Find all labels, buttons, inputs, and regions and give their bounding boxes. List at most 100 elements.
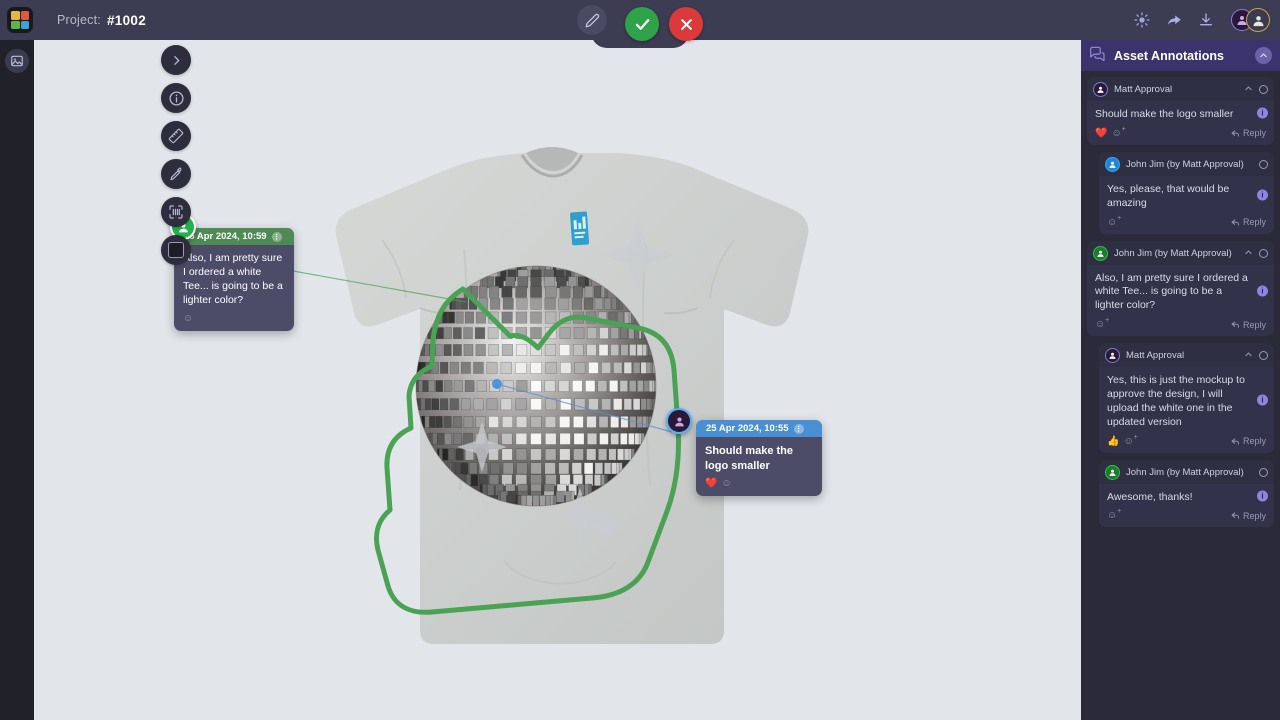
ruler-icon[interactable] [161,121,191,151]
color-swatch [168,242,184,258]
download-icon[interactable] [1197,11,1215,29]
project-id: #1002 [106,12,147,28]
pencil-icon[interactable] [577,5,607,35]
annotation-author: John Jim (by Matt Approval) [1126,466,1244,478]
resolve-toggle[interactable] [1259,248,1268,258]
reaction-heart[interactable]: ❤️ [1095,128,1107,139]
annotation-card-body: Should make the logo smaller i [1087,101,1274,126]
annotation-text: Also, I am pretty sure I ordered a white… [1095,271,1248,312]
add-reaction-icon[interactable]: ☺ + [1095,317,1109,330]
reply-button[interactable]: Reply [1231,511,1266,521]
pin-footer: ❤️ ☺ [696,476,822,496]
reply-label: Reply [1242,510,1266,521]
chevron-up-icon[interactable] [1244,350,1253,361]
avatar-john-jim-green[interactable] [1105,464,1120,480]
app-logo[interactable] [7,7,33,33]
annotation-card-header: John Jim (by Matt Approval) [1087,240,1274,265]
reply-label: Reply [1242,436,1266,447]
top-bar: Project: #1002 [0,0,1280,48]
chevron-up-icon[interactable] [1244,248,1253,259]
panel-title: Asset Annotations [1114,48,1224,63]
reply-button[interactable]: Reply [1231,320,1266,330]
reply-label: Reply [1242,128,1266,139]
chevron-up-icon[interactable] [1244,84,1253,95]
eyedropper-icon[interactable] [161,159,191,189]
add-reaction-icon[interactable]: ☺ [721,478,731,489]
annotation-card-footer: ❤️ ☺ + Reply [1087,126,1274,145]
add-reaction-icon[interactable]: ☺ + [1107,215,1121,228]
app-root: Project: #1002 25 Apr 2024, 10:59 ⋮ Also… [0,0,1280,720]
annotations-panel: Asset Annotations Matt Approval Should ma… [1081,40,1280,720]
avatar-group [1231,8,1270,32]
canvas-pin-blue[interactable]: 25 Apr 2024, 10:55 ⋮ Should make the log… [666,408,822,497]
annotation-text: Yes, this is just the mockup to approve … [1107,374,1245,428]
annotation-card[interactable]: Matt Approval Yes, this is just the mocku… [1099,343,1274,453]
annotation-author: Matt Approval [1114,84,1173,95]
info-badge-icon[interactable]: i [1257,394,1268,406]
resolve-toggle[interactable] [1259,351,1268,361]
approval-action-cluster [577,0,703,48]
pin-body: Should make the logo smaller [696,437,822,476]
pin-avatar-matt-approval[interactable] [666,408,692,434]
annotation-author: John Jim (by Matt Approval) [1114,247,1232,259]
reply-label: Reply [1242,319,1266,330]
avatar-matt-approval[interactable] [1093,82,1108,97]
avatar-matt-approval[interactable] [1105,348,1120,364]
reply-label: Reply [1242,217,1266,228]
info-badge-icon[interactable]: i [1257,189,1268,201]
annotation-text: Yes, please, that would be amazing [1107,182,1230,209]
add-reaction-icon[interactable]: ☺ + [1107,508,1121,521]
share-icon[interactable] [1165,11,1183,29]
info-badge-icon[interactable]: i [1257,285,1268,297]
annotation-text: Awesome, thanks! [1107,490,1193,503]
annotation-card-body: Awesome, thanks! i [1099,484,1274,509]
pin-more-icon[interactable]: ⋮ [793,423,804,434]
annotation-card-footer: ☺ + Reply [1099,508,1274,527]
annotation-card-header: John Jim (by Matt Approval) [1099,459,1274,484]
chevron-up-icon[interactable] [1255,47,1272,64]
annotation-card[interactable]: John Jim (by Matt Approval) Awesome, than… [1099,459,1274,528]
annotation-card-header: John Jim (by Matt Approval) [1099,151,1274,176]
info-badge-icon[interactable]: i [1257,107,1268,119]
annotation-card[interactable]: John Jim (by Matt Approval) Also, I am pr… [1087,240,1274,337]
add-reaction-icon[interactable]: ☺ [183,313,193,324]
top-bar-right [1133,0,1270,40]
add-reaction-icon[interactable]: ☺ + [1123,434,1137,447]
expand-chevron-icon[interactable] [161,45,191,75]
annotation-card-footer: ☺ + Reply [1087,317,1274,336]
annotation-card-header: Matt Approval [1087,77,1274,101]
reply-button[interactable]: Reply [1231,217,1266,227]
reply-button[interactable]: Reply [1231,436,1266,446]
annotation-card-header: Matt Approval [1099,343,1274,368]
reject-button[interactable] [669,7,703,41]
project-label: Project: [57,13,101,27]
pin-more-icon[interactable]: ⋮ [271,231,282,242]
approve-button[interactable] [625,7,659,41]
pin-text: Should make the logo smaller [705,445,794,472]
resolve-toggle[interactable] [1259,159,1268,169]
annotation-card-body: Yes, please, that would be amazing i [1099,176,1274,215]
annotation-card[interactable]: John Jim (by Matt Approval) Yes, please, … [1099,151,1274,234]
annotation-card-footer: ☺ + Reply [1099,215,1274,234]
annotation-card[interactable]: Matt Approval Should make the logo smalle… [1087,77,1274,145]
image-asset-icon[interactable] [5,49,29,73]
canvas-toolbar [153,45,199,265]
brightness-icon[interactable] [1133,11,1151,29]
resolve-toggle[interactable] [1259,85,1268,94]
info-icon[interactable] [161,83,191,113]
user-avatar-account[interactable] [1246,8,1270,32]
reaction-heart[interactable]: ❤️ [705,478,717,489]
color-swatch-icon[interactable] [161,235,191,265]
scan-frame-icon[interactable] [161,197,191,227]
reply-button[interactable]: Reply [1231,128,1266,138]
info-badge-icon[interactable]: i [1257,490,1268,502]
reaction-thumbs-up[interactable]: 👍 [1107,436,1119,447]
annotation-card-body: Yes, this is just the mockup to approve … [1099,367,1274,433]
resolve-toggle[interactable] [1259,467,1268,477]
annotation-author: John Jim (by Matt Approval) [1126,158,1244,170]
avatar-john-jim[interactable] [1105,156,1120,172]
annotation-list[interactable]: Matt Approval Should make the logo smalle… [1081,71,1280,720]
add-reaction-icon[interactable]: ☺ + [1111,126,1125,139]
anchor-dot-blue [492,379,502,389]
avatar-john-jim-green[interactable] [1093,245,1108,261]
